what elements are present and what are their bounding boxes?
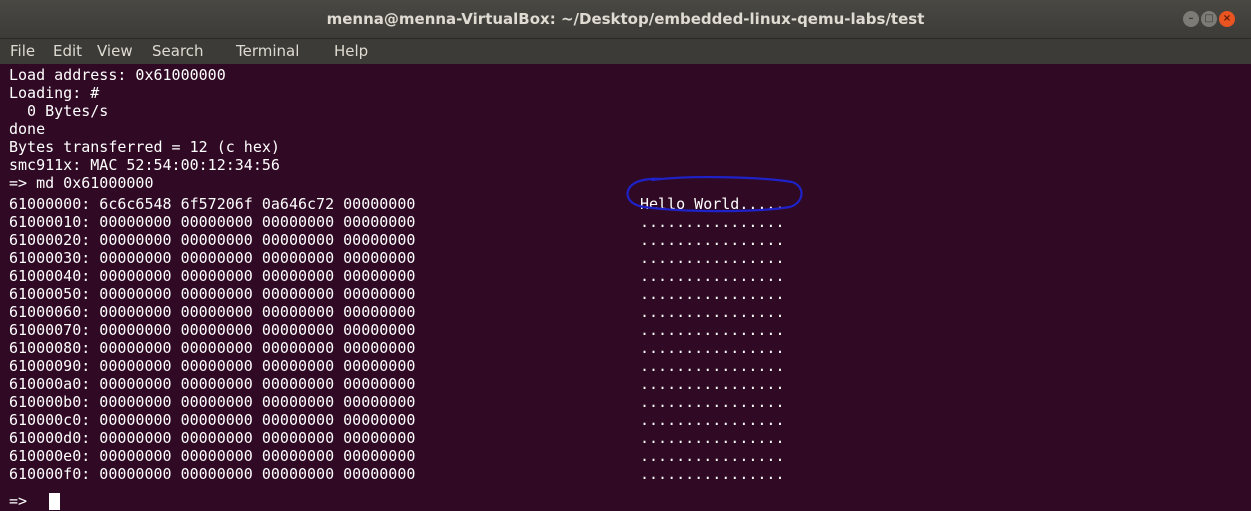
dump-row-ascii: ................ [640,393,785,411]
menu-terminal[interactable]: Terminal [236,39,299,64]
dump-row-hex: 61000010: 00000000 00000000 00000000 000… [9,213,416,231]
menu-view[interactable]: View [97,39,133,64]
close-button[interactable]: × [1219,11,1235,27]
menu-file[interactable]: File [10,39,35,64]
dump-row-hex: 61000050: 00000000 00000000 00000000 000… [9,285,416,303]
dump-row-ascii: ................ [640,339,785,357]
minimize-button[interactable]: – [1183,11,1199,27]
command-line-md: => md 0x61000000 [9,174,154,192]
dump-row-hex: 61000090: 00000000 00000000 00000000 000… [9,357,416,375]
dump-row-ascii: ................ [640,285,785,303]
menu-edit[interactable]: Edit [53,39,82,64]
dump-row-ascii: ................ [640,411,785,429]
dump-row-ascii: ................ [640,303,785,321]
dump-row-ascii: ................ [640,249,785,267]
dump-row-ascii: ................ [640,375,785,393]
output-line-done: done [9,120,46,138]
dump-row-ascii: ................ [640,267,785,285]
output-line-loading: Loading: # [9,84,100,102]
dump-row-ascii: ................ [640,465,785,483]
dump-row-hex: 61000060: 00000000 00000000 00000000 000… [9,303,416,321]
dump-row-hex: 610000b0: 00000000 00000000 00000000 000… [9,393,416,411]
dump-row-ascii: ................ [640,357,785,375]
dump-row-hex: 61000040: 00000000 00000000 00000000 000… [9,267,416,285]
title-bar[interactable]: menna@menna-VirtualBox: ~/Desktop/embedd… [0,0,1251,39]
maximize-button[interactable]: □ [1201,11,1217,27]
dump-row-hex: 610000a0: 00000000 00000000 00000000 000… [9,375,416,393]
dump-row-hex: 61000020: 00000000 00000000 00000000 000… [9,231,416,249]
dump-row-hex: 610000c0: 00000000 00000000 00000000 000… [9,411,416,429]
terminal-output[interactable]: Load address: 0x61000000 Loading: # 0 By… [0,64,1251,511]
menu-search[interactable]: Search [152,39,204,64]
dump-row-hex: 610000f0: 00000000 00000000 00000000 000… [9,465,416,483]
dump-row-hex: 61000080: 00000000 00000000 00000000 000… [9,339,416,357]
prompt-symbol: => [9,492,28,510]
dump-row-hex: 61000070: 00000000 00000000 00000000 000… [9,321,416,339]
dump-row-hex: 610000e0: 00000000 00000000 00000000 000… [9,447,416,465]
output-line-mac: smc911x: MAC 52:54:00:12:34:56 [9,156,280,174]
text-cursor [49,493,60,510]
dump-row-hex: 61000000: 6c6c6548 6f57206f 0a646c72 000… [9,195,416,213]
dump-row-hex: 610000d0: 00000000 00000000 00000000 000… [9,429,416,447]
terminal-window: menna@menna-VirtualBox: ~/Desktop/embedd… [0,0,1251,511]
menu-bar: File Edit View Search Terminal Help [0,39,1251,64]
maximize-icon: □ [1204,13,1214,24]
output-line-load-address: Load address: 0x61000000 [9,66,226,84]
dump-row-ascii: ................ [640,213,785,231]
dump-row-hex: 61000030: 00000000 00000000 00000000 000… [9,249,416,267]
window-title: menna@menna-VirtualBox: ~/Desktop/embedd… [326,10,925,28]
dump-row-ascii: ................ [640,429,785,447]
dump-row-ascii: ................ [640,321,785,339]
dump-row-ascii: ................ [640,231,785,249]
output-line-rate: 0 Bytes/s [9,102,109,120]
menu-help[interactable]: Help [334,39,368,64]
dump-row-ascii: ................ [640,447,785,465]
hand-drawn-circle-annotation [626,176,803,213]
close-icon: × [1222,13,1232,24]
minimize-icon: – [1188,13,1194,24]
output-line-bytes-transferred: Bytes transferred = 12 (c hex) [9,138,280,156]
